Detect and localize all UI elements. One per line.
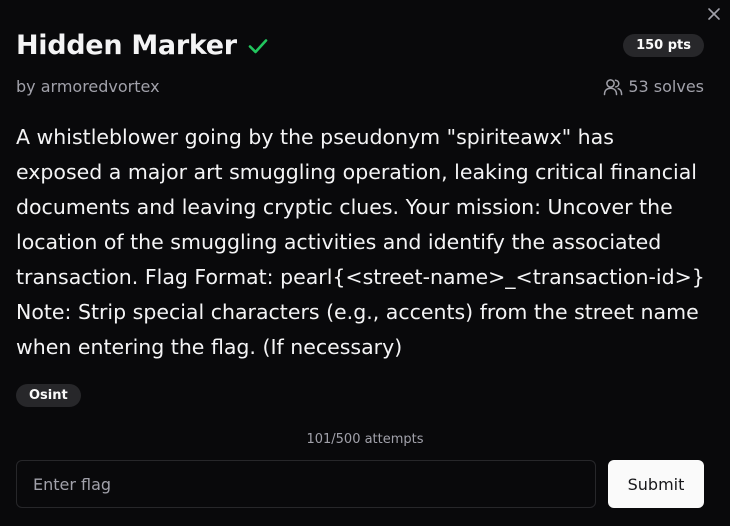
users-icon bbox=[604, 78, 623, 95]
challenge-title: Hidden Marker bbox=[16, 30, 237, 61]
attempts-counter: 101/500 attempts bbox=[306, 432, 424, 447]
author-label: by armoredvortex bbox=[16, 77, 160, 96]
challenge-description: A whistleblower going by the pseudonym "… bbox=[16, 125, 705, 359]
close-icon[interactable] bbox=[706, 6, 722, 22]
solves-label: 53 solves bbox=[628, 77, 704, 96]
title-row: Hidden Marker bbox=[16, 30, 269, 61]
submit-button[interactable]: Submit bbox=[608, 460, 704, 508]
solves-count: 53 solves bbox=[603, 77, 704, 96]
flag-input[interactable] bbox=[16, 460, 596, 508]
check-icon bbox=[248, 38, 268, 53]
points-badge: 150 pts bbox=[623, 34, 704, 57]
category-tag: Osint bbox=[16, 384, 81, 407]
